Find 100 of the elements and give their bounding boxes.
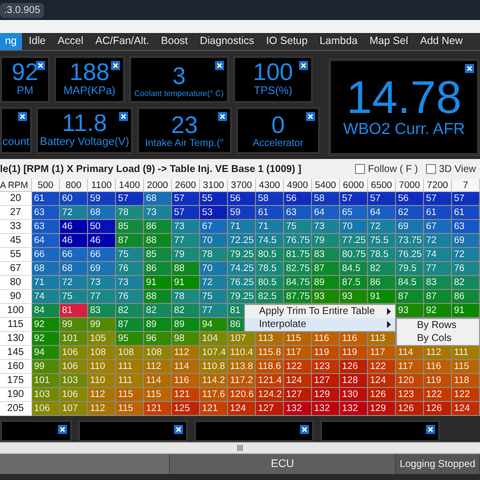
table-cell[interactable]: 101: [32, 374, 60, 388]
table-cell[interactable]: 67: [200, 220, 228, 234]
table-cell[interactable]: 116: [172, 374, 200, 388]
table-cell[interactable]: 86: [368, 276, 396, 290]
table-cell[interactable]: 96: [144, 332, 172, 346]
table-cell[interactable]: 78: [116, 206, 144, 220]
table-cell[interactable]: 66: [60, 248, 88, 262]
table-cell[interactable]: 57: [116, 192, 144, 206]
table-cell[interactable]: 57: [368, 192, 396, 206]
table-cell[interactable]: 124: [228, 402, 256, 416]
table-cell[interactable]: 61: [256, 206, 284, 220]
table-cell[interactable]: 83: [88, 304, 116, 318]
table-cell[interactable]: 101: [60, 332, 88, 346]
table-cell[interactable]: 75: [200, 290, 228, 304]
tab[interactable]: Add New: [415, 33, 468, 50]
table-cell[interactable]: 118.6: [256, 360, 284, 374]
table-cell[interactable]: 75: [60, 290, 88, 304]
table-cell[interactable]: 124: [368, 374, 396, 388]
table-cell[interactable]: 106: [60, 360, 88, 374]
close-icon[interactable]: [36, 61, 45, 70]
table-cell[interactable]: 106: [32, 402, 60, 416]
table-cell[interactable]: 110.8: [200, 360, 228, 374]
table-cell[interactable]: 121: [172, 388, 200, 402]
table-cell[interactable]: 107: [60, 402, 88, 416]
table-cell[interactable]: 71: [256, 220, 284, 234]
table-cell[interactable]: 61: [424, 206, 452, 220]
table-cell[interactable]: 111: [116, 374, 144, 388]
table-cell[interactable]: 86: [452, 290, 480, 304]
table-cell[interactable]: 116: [424, 360, 452, 374]
table-cell[interactable]: 111: [116, 360, 144, 374]
table-cell[interactable]: 108: [144, 346, 172, 360]
table-cell[interactable]: 103: [60, 374, 88, 388]
close-icon[interactable]: [58, 425, 67, 434]
table-cell[interactable]: 117: [396, 360, 424, 374]
table-cell[interactable]: 78.5: [368, 248, 396, 262]
table-cell[interactable]: 116: [312, 332, 340, 346]
close-icon[interactable]: [119, 112, 128, 121]
table-cell[interactable]: 76.25: [228, 276, 256, 290]
table-cell[interactable]: 112: [88, 402, 116, 416]
table-cell[interactable]: 89: [172, 318, 200, 332]
table-cell[interactable]: 68: [144, 192, 172, 206]
table-cell[interactable]: 107: [228, 332, 256, 346]
table-cell[interactable]: 70: [340, 220, 368, 234]
table-cell[interactable]: 124: [284, 374, 312, 388]
table-cell[interactable]: 59: [88, 192, 116, 206]
table-cell[interactable]: 119: [312, 346, 340, 360]
table-cell[interactable]: 69: [88, 262, 116, 276]
tab[interactable]: Accel: [52, 33, 88, 50]
table-cell[interactable]: 50: [88, 220, 116, 234]
table-cell[interactable]: 113.8: [228, 360, 256, 374]
table-cell[interactable]: 111: [452, 346, 480, 360]
table-cell[interactable]: 117.2: [228, 374, 256, 388]
tab[interactable]: ng: [0, 33, 22, 50]
table-cell[interactable]: 122: [452, 388, 480, 402]
table-cell[interactable]: 91: [144, 276, 172, 290]
table-cell[interactable]: 83: [312, 248, 340, 262]
table-cell[interactable]: 78: [200, 248, 228, 262]
table-cell[interactable]: 128: [340, 374, 368, 388]
table-cell[interactable]: 112: [88, 388, 116, 402]
table-cell[interactable]: 64: [32, 234, 60, 248]
table-cell[interactable]: 74: [32, 290, 60, 304]
table-cell[interactable]: 115: [144, 388, 172, 402]
tab[interactable]: Boost: [156, 33, 193, 50]
table-cell[interactable]: 46: [60, 220, 88, 234]
table-cell[interactable]: 86: [144, 262, 172, 276]
table-cell[interactable]: 84.5: [340, 262, 368, 276]
table-cell[interactable]: 87: [424, 290, 452, 304]
table-cell[interactable]: 56: [228, 192, 256, 206]
table-cell[interactable]: 112: [172, 346, 200, 360]
table-cell[interactable]: 99: [60, 318, 88, 332]
table-cell[interactable]: 94: [200, 318, 228, 332]
table-cell[interactable]: 120.6: [228, 388, 256, 402]
table-cell[interactable]: 66: [88, 248, 116, 262]
table-cell[interactable]: 69: [396, 220, 424, 234]
tab[interactable]: IO Setup: [261, 33, 313, 50]
table-cell[interactable]: 93: [340, 290, 368, 304]
tab[interactable]: Diagnostics: [194, 33, 260, 50]
table-cell[interactable]: 58: [256, 192, 284, 206]
table-cell[interactable]: 73.75: [396, 234, 424, 248]
table-cell[interactable]: 68: [60, 262, 88, 276]
table-cell[interactable]: 119: [424, 374, 452, 388]
tab[interactable]: Idle: [24, 33, 51, 50]
table-cell[interactable]: 91: [368, 290, 396, 304]
table-cell[interactable]: 53: [200, 206, 228, 220]
table-cell[interactable]: 89: [144, 318, 172, 332]
table-cell[interactable]: 127: [256, 402, 284, 416]
table-cell[interactable]: 80.75: [340, 248, 368, 262]
table-cell[interactable]: 99: [32, 360, 60, 374]
table-cell[interactable]: 65: [340, 206, 368, 220]
table-cell[interactable]: 110: [88, 374, 116, 388]
table-cell[interactable]: 126: [368, 388, 396, 402]
close-icon[interactable]: [174, 425, 183, 434]
table-cell[interactable]: 87.5: [340, 276, 368, 290]
table-cell[interactable]: 132: [284, 402, 312, 416]
table-cell[interactable]: 121: [200, 402, 228, 416]
table-cell[interactable]: 87: [116, 318, 144, 332]
table-cell[interactable]: 92: [424, 304, 452, 318]
table-cell[interactable]: 87.75: [284, 290, 312, 304]
table-cell[interactable]: 61: [32, 192, 60, 206]
table-cell[interactable]: 75.5: [368, 234, 396, 248]
